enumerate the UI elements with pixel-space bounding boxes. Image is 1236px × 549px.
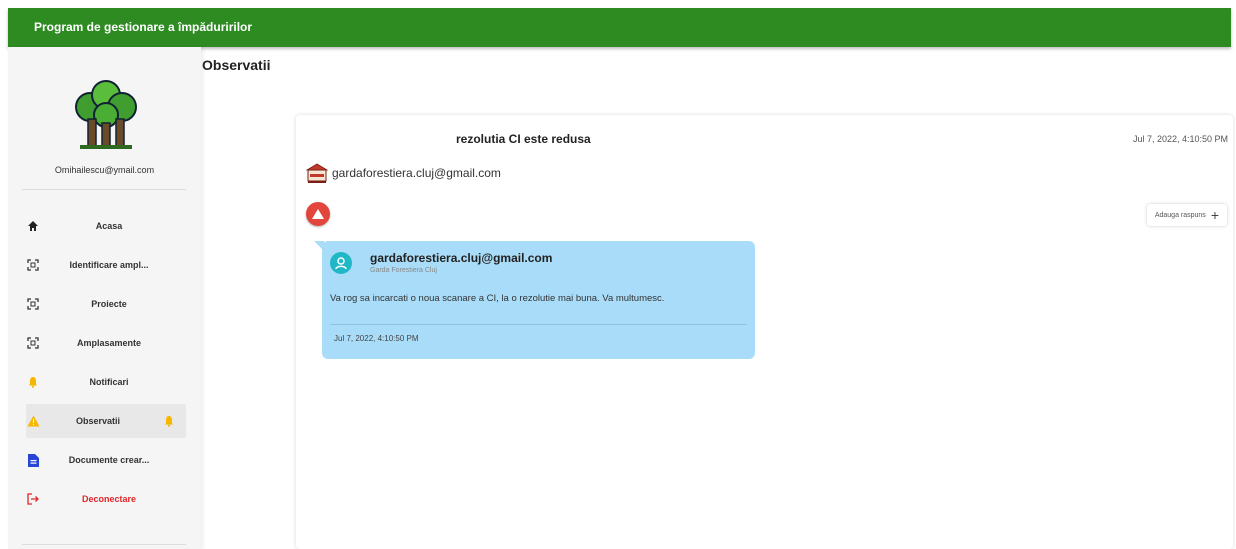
add-reply-button[interactable]: Adauga raspuns + xyxy=(1146,204,1227,226)
observation-date: Jul 7, 2022, 4:10:50 PM xyxy=(1132,134,1228,144)
divider xyxy=(22,189,186,190)
sidebar-item-proiecte[interactable]: Proiecte xyxy=(26,287,184,321)
sidebar-item-label: Identificare ampl... xyxy=(69,260,149,270)
sidebar-item-documente[interactable]: Documente crear... xyxy=(26,443,184,477)
sidebar-item-notificari[interactable]: Notificari xyxy=(26,365,184,399)
sender-email: gardaforestiera.cluj@gmail.com xyxy=(332,166,501,180)
sidebar-item-acasa[interactable]: Acasa xyxy=(26,209,184,243)
warning-button[interactable] xyxy=(306,202,330,226)
sidebar-item-label: Deconectare xyxy=(81,494,137,504)
scan-icon xyxy=(26,258,40,272)
message-from-subtitle: Garda Forestiera Cluj xyxy=(370,267,437,274)
sidebar-item-label: Observatii xyxy=(75,416,121,426)
document-icon xyxy=(26,453,40,467)
observation-card: rezolutia CI este redusa Jul 7, 2022, 4:… xyxy=(296,115,1233,549)
sidebar-item-label: Notificari xyxy=(89,377,129,387)
app-header: Program de gestionare a împăduririlor xyxy=(8,8,1231,47)
user-avatar-icon xyxy=(330,252,352,274)
message-bubble: gardaforestiera.cluj@gmail.com Garda For… xyxy=(314,241,755,359)
sidebar-item-observatii[interactable]: Observatii xyxy=(26,404,186,438)
warning-icon xyxy=(26,414,40,428)
sidebar-item-identificare[interactable]: Identificare ampl... xyxy=(26,248,184,282)
add-reply-label: Adauga raspuns xyxy=(1154,211,1206,219)
scan-icon xyxy=(26,336,40,350)
message-text: Va rog sa incarcati o noua scanare a CI,… xyxy=(330,293,665,304)
logout-icon xyxy=(26,492,40,506)
app-title: Program de gestionare a împăduririlor xyxy=(34,20,253,34)
sidebar: Omihailescu@ymail.com Acasa Identificare… xyxy=(8,47,201,549)
sidebar-item-amplasamente[interactable]: Amplasamente xyxy=(26,326,184,360)
page-title: Observatii xyxy=(202,57,271,73)
scan-icon xyxy=(26,297,40,311)
forestry-office-icon xyxy=(306,163,328,183)
warning-icon xyxy=(312,209,324,219)
plus-icon: + xyxy=(1210,207,1219,223)
bell-icon xyxy=(162,414,176,428)
message-date: Jul 7, 2022, 4:10:50 PM xyxy=(334,334,419,343)
observation-subject: rezolutia CI este redusa xyxy=(456,132,591,146)
tree-logo xyxy=(75,80,137,149)
message-from: gardaforestiera.cluj@gmail.com xyxy=(370,251,553,265)
sender-row: gardaforestiera.cluj@gmail.com xyxy=(306,162,501,184)
sidebar-item-label: Amplasamente xyxy=(76,338,142,348)
divider xyxy=(330,324,747,325)
home-icon xyxy=(26,219,40,233)
divider xyxy=(22,544,186,545)
bell-icon xyxy=(26,375,40,389)
sidebar-item-label: Acasa xyxy=(95,221,123,231)
sidebar-item-label: Proiecte xyxy=(91,299,127,309)
sidebar-item-deconectare[interactable]: Deconectare xyxy=(26,482,184,516)
sidebar-item-label: Documente crear... xyxy=(68,455,150,465)
user-email: Omihailescu@ymail.com xyxy=(54,165,155,175)
